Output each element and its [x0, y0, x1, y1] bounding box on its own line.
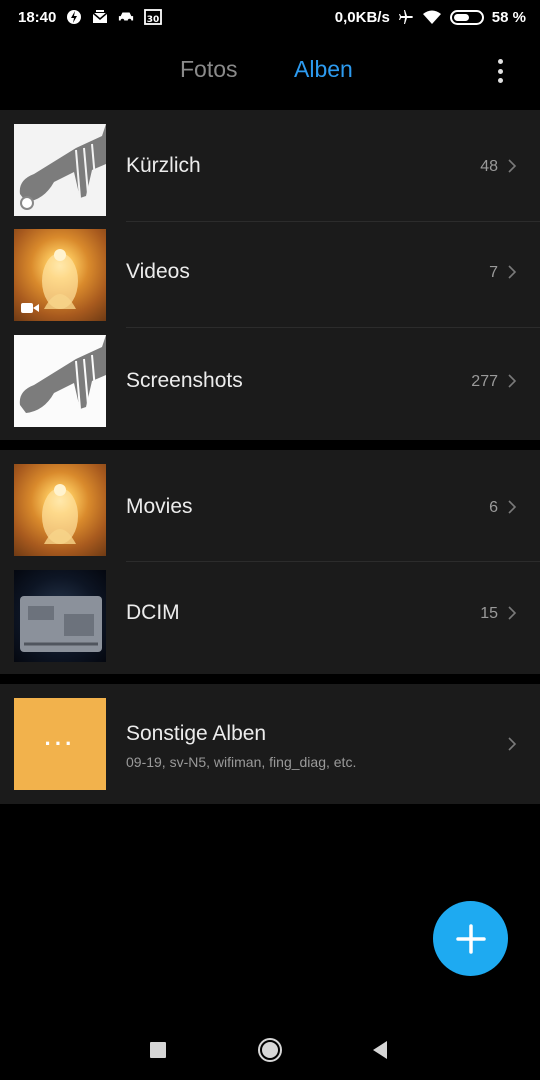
charging-bolt-icon: [66, 9, 82, 25]
add-album-button[interactable]: [433, 901, 508, 976]
status-time: 18:40: [18, 8, 57, 26]
back-triangle-icon[interactable]: [366, 1036, 394, 1064]
album-group-other: ··· Sonstige Alben 09-19, sv-N5, wifiman…: [0, 684, 540, 804]
tab-fotos[interactable]: Fotos: [180, 56, 238, 83]
album-row-dcim[interactable]: DCIM 15: [0, 562, 540, 674]
tab-header: Fotos Alben: [0, 34, 540, 110]
album-row-sonstige[interactable]: ··· Sonstige Alben 09-19, sv-N5, wifiman…: [0, 684, 540, 804]
mail-icon: [92, 9, 108, 25]
album-count: 48: [480, 158, 498, 175]
album-name: Sonstige Alben: [126, 722, 267, 745]
chevron-right-icon: [508, 374, 517, 388]
album-thumbnail-laptop: [14, 570, 106, 662]
album-subtitle: 09-19, sv-N5, wifiman, fing_diag, etc.: [126, 754, 357, 770]
tab-alben[interactable]: Alben: [294, 56, 353, 83]
album-name: Videos: [126, 260, 190, 283]
album-count: 6: [489, 499, 498, 516]
calendar-icon: 30: [144, 9, 163, 25]
more-vertical-icon[interactable]: [490, 54, 510, 88]
status-bar: 18:40 30 0,0KB/s 58 %: [0, 0, 540, 34]
album-name: Kürzlich: [126, 154, 201, 177]
recents-square-icon[interactable]: [144, 1036, 172, 1064]
album-name: Screenshots: [126, 369, 243, 392]
chevron-right-icon: [508, 606, 517, 620]
navigation-bar: [0, 1020, 540, 1080]
album-thumbnail-spork: [14, 335, 106, 427]
album-thumbnail-golden-figure: [14, 229, 106, 321]
video-badge-icon: [21, 303, 39, 313]
network-speed: 0,0KB/s: [334, 8, 390, 26]
album-group-folders: Movies 6 DCIM 15: [0, 450, 540, 674]
chevron-right-icon: [508, 737, 517, 751]
wifi-icon: [422, 9, 442, 25]
album-row-screenshots[interactable]: Screenshots 277: [0, 328, 540, 440]
chevron-right-icon: [508, 500, 517, 514]
album-count: 15: [480, 605, 498, 622]
airplane-icon: [398, 9, 414, 25]
album-thumbnail-spork: [14, 124, 106, 216]
home-circle-icon[interactable]: [256, 1036, 284, 1064]
album-thumbnail-golden-figure: [14, 464, 106, 556]
album-count: 7: [489, 264, 498, 281]
battery-percent: 58 %: [491, 8, 526, 26]
ellipsis-icon: ···: [44, 731, 76, 756]
album-row-movies[interactable]: Movies 6: [0, 450, 540, 562]
album-row-kuerzlich[interactable]: Kürzlich 48: [0, 110, 540, 222]
album-row-videos[interactable]: Videos 7: [0, 222, 540, 328]
svg-text:30: 30: [147, 15, 160, 25]
album-group-main: Kürzlich 48 Videos 7 Screenshots 277: [0, 110, 540, 440]
album-name: DCIM: [126, 601, 180, 624]
chevron-right-icon: [508, 159, 517, 173]
album-name: Movies: [126, 495, 193, 518]
car-icon: [118, 9, 134, 25]
battery-icon: [449, 9, 484, 25]
plus-icon: [455, 923, 486, 954]
clock-badge-icon: [20, 196, 34, 210]
more-albums-thumbnail: ···: [14, 698, 106, 790]
album-count: 277: [471, 373, 498, 390]
chevron-right-icon: [508, 265, 517, 279]
